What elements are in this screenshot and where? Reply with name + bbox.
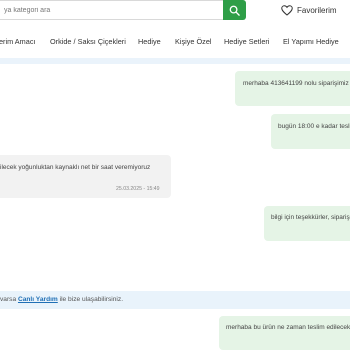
message-text: merhaba 413641199 nolu siparişimiz [243,80,349,87]
message-text: bugün 18:00 e kadar tesli [278,123,350,130]
notice-prefix: varsa [0,296,18,303]
message-text: ilecek yoğunluktan kaynaklı net bir saat… [0,164,151,171]
search-button[interactable] [223,0,246,20]
message-bubble-outgoing: merhaba 413641199 nolu siparişimiz [235,71,350,106]
message-timestamp: 25.03.2025 - 15:49 [116,186,160,192]
message-bubble-outgoing: bilgi için teşekkürler, siparişi [264,206,350,241]
nav-item-gift[interactable]: Hediye [138,37,161,46]
favorites-label: Favorilerim [297,5,337,15]
category-nav: erim Amacı Orkide / Saksı Çiçekleri Hedi… [0,33,350,55]
notice-suffix: ile bize ulaşabilirsiniz. [57,296,124,303]
search-input[interactable] [0,0,225,20]
search-icon [229,5,240,16]
nav-item-gift-sets[interactable]: Hediye Setleri [224,37,269,46]
favorites-link[interactable]: Favorilerim [281,3,337,17]
help-notice: varsa Canlı Yardım ile bize ulaşabilirsi… [0,291,350,309]
message-text: bilgi için teşekkürler, siparişi [271,214,350,221]
nav-item-purpose[interactable]: erim Amacı [0,37,36,46]
message-bubble-outgoing: bugün 18:00 e kadar tesli [271,114,350,149]
live-help-link[interactable]: Canlı Yardım [18,296,58,303]
header: Favorilerim [0,0,350,30]
nav-item-personalized[interactable]: Kişiye Özel [175,37,212,46]
nav-divider [0,58,350,64]
message-text: merhaba bu ürün ne zaman teslim edilecek… [226,324,350,331]
message-bubble-incoming: ilecek yoğunluktan kaynaklı net bir saat… [0,155,171,198]
nav-item-handmade[interactable]: El Yapımı Hediye [283,37,339,46]
heart-icon [281,4,293,16]
nav-item-orchid[interactable]: Orkide / Saksı Çiçekleri [50,37,126,46]
message-bubble-outgoing: merhaba bu ürün ne zaman teslim edilecek… [219,316,350,350]
